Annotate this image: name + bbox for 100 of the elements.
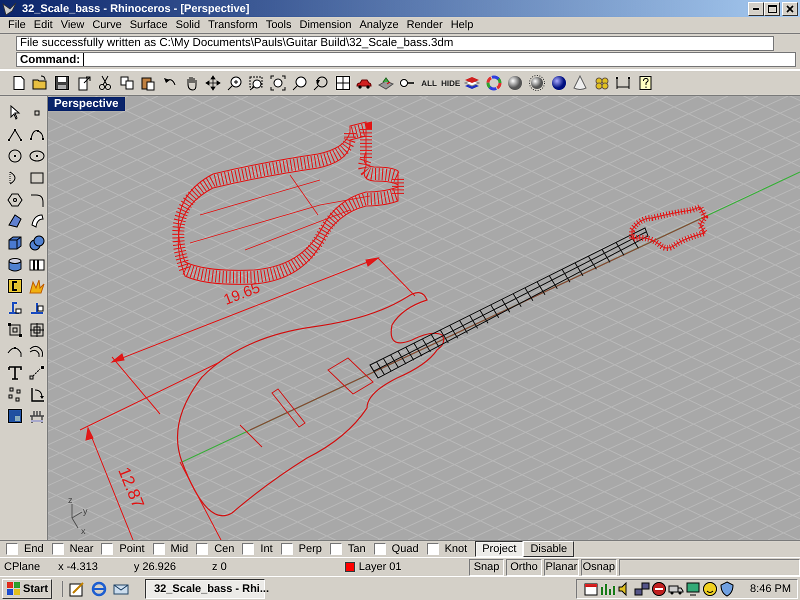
maximize-button[interactable] — [764, 2, 780, 16]
frame-icon[interactable] — [29, 322, 45, 338]
cylinder-icon[interactable] — [7, 256, 23, 273]
checkbox[interactable] — [52, 543, 64, 555]
ellipse-icon[interactable] — [29, 148, 45, 164]
box-icon[interactable] — [7, 234, 23, 251]
new-file-icon[interactable] — [10, 75, 27, 91]
menu-item[interactable]: Transform — [204, 19, 262, 31]
save-icon[interactable] — [54, 75, 70, 91]
help-icon[interactable] — [637, 75, 654, 91]
smiley-icon[interactable] — [702, 580, 718, 596]
shaded-block-icon[interactable] — [378, 75, 394, 91]
polygon-icon[interactable] — [7, 192, 23, 208]
menu-item[interactable]: Analyze — [355, 19, 403, 31]
curve-points-icon[interactable] — [29, 343, 45, 360]
status-toggle[interactable]: Ortho — [506, 558, 542, 576]
menu-item[interactable]: Edit — [30, 19, 57, 31]
paste-icon[interactable] — [140, 75, 156, 91]
checkbox[interactable] — [426, 543, 439, 555]
toggle-button[interactable]: Project — [475, 541, 524, 557]
minimize-button[interactable] — [748, 2, 764, 16]
menu-item[interactable]: Help — [446, 19, 478, 31]
toolbar-button[interactable]: HIDE — [441, 78, 460, 88]
start-button[interactable]: Start — [2, 578, 52, 598]
grid-icon[interactable] — [334, 75, 351, 91]
checkbox[interactable] — [196, 543, 208, 555]
dimension-icon[interactable] — [615, 75, 632, 91]
checkbox[interactable] — [6, 543, 18, 555]
checkbox[interactable] — [152, 543, 164, 555]
layer-name[interactable]: Layer 01 — [358, 561, 402, 573]
menu-item[interactable]: Tools — [262, 19, 296, 31]
viewport-title-tab[interactable]: Perspective — [48, 97, 125, 111]
zoom-in-icon[interactable] — [226, 75, 243, 91]
rotate-view-icon[interactable] — [313, 75, 330, 91]
sphere-icon[interactable] — [550, 75, 567, 91]
toggle-button[interactable]: Disable — [523, 541, 574, 557]
export-page-icon[interactable] — [76, 75, 92, 91]
window-title: 32_Scale_bass - Rhinoceros - [Perspective] — [22, 2, 250, 14]
rectangle-icon[interactable] — [29, 170, 45, 186]
menu-item[interactable]: Solid — [172, 19, 204, 31]
cplane-label: CPlane — [4, 561, 40, 573]
cone-icon[interactable] — [572, 75, 588, 91]
frame-icon[interactable] — [7, 322, 23, 338]
squares-icon[interactable] — [7, 386, 23, 403]
shield-icon[interactable] — [719, 580, 736, 596]
browser-icon[interactable] — [91, 580, 108, 596]
menu-item[interactable]: Surface — [126, 19, 172, 31]
open-folder-icon[interactable] — [32, 75, 48, 91]
window-icon[interactable] — [7, 408, 23, 424]
calendar-icon[interactable] — [583, 580, 600, 596]
zoom-extents-icon[interactable] — [270, 75, 286, 91]
menu-item[interactable]: Curve — [88, 19, 126, 31]
magnifier-icon[interactable] — [292, 75, 308, 91]
panels-icon[interactable] — [29, 256, 45, 273]
checkbox[interactable] — [242, 543, 254, 555]
checkbox-label: Cen — [214, 543, 234, 555]
checkbox-label: Perp — [298, 543, 322, 555]
menu-item[interactable]: Dimension — [296, 19, 356, 31]
surface-icon[interactable] — [7, 213, 23, 230]
monitor-icon[interactable] — [685, 580, 702, 596]
copy-icon[interactable] — [118, 75, 135, 91]
sphere-icon[interactable] — [507, 75, 524, 91]
menu-item[interactable]: File — [4, 19, 30, 31]
cluster-icon[interactable] — [594, 75, 610, 91]
axis-label: y — [83, 506, 88, 516]
bracket-icon[interactable] — [7, 278, 23, 294]
cutter-icon[interactable] — [7, 300, 23, 316]
menu-item[interactable]: Render — [402, 19, 447, 31]
status-toggle[interactable]: Snap — [468, 558, 504, 576]
stop-icon[interactable] — [651, 580, 668, 596]
network-icon[interactable] — [634, 580, 650, 596]
checkbox[interactable] — [280, 543, 293, 555]
close-button[interactable] — [782, 2, 798, 16]
circle-icon[interactable] — [7, 148, 23, 164]
menu-item[interactable]: View — [56, 19, 88, 31]
rotate-corner-icon[interactable] — [29, 386, 45, 403]
checkbox[interactable] — [101, 543, 114, 555]
toolbar-button[interactable]: ALL — [421, 78, 437, 88]
scale-arrow-icon[interactable] — [29, 365, 45, 382]
bench-icon[interactable] — [29, 408, 45, 424]
checkbox[interactable] — [374, 543, 386, 555]
status-toggle[interactable]: Osnap — [581, 558, 617, 576]
scissors-icon[interactable] — [97, 75, 114, 91]
spiky-sphere-icon[interactable] — [529, 75, 546, 91]
curved-surface-icon[interactable] — [29, 213, 45, 230]
cutter-icon[interactable] — [29, 300, 45, 316]
layers-icon[interactable] — [464, 75, 480, 91]
fillet-icon[interactable] — [29, 192, 45, 208]
polyline-icon[interactable] — [7, 126, 23, 143]
pencil-desktop-icon[interactable] — [69, 580, 86, 596]
text-icon[interactable] — [7, 365, 23, 382]
status-toggle[interactable]: Planar — [544, 558, 580, 576]
zoom-window-icon[interactable] — [248, 75, 264, 91]
spheres-icon[interactable] — [29, 234, 45, 251]
clock: 8:46 PM — [750, 582, 791, 594]
command-prompt: Command: — [19, 54, 82, 66]
burst-icon[interactable] — [29, 278, 45, 294]
move-arrows-icon[interactable] — [205, 75, 222, 91]
checkbox[interactable] — [330, 543, 342, 555]
color-wheel-icon[interactable] — [486, 75, 502, 91]
